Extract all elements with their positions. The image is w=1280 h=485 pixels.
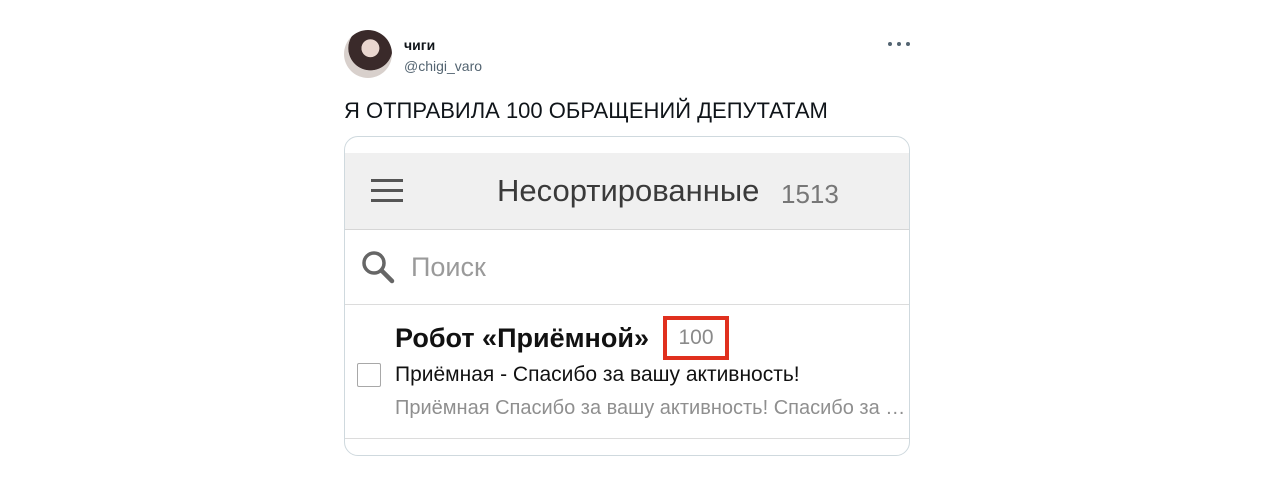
more-horizontal-icon xyxy=(888,42,892,46)
user-handle[interactable]: @chigi_varo xyxy=(404,58,482,74)
tweet-header: чиги @chigi_varo xyxy=(344,30,910,82)
display-name[interactable]: чиги xyxy=(404,37,435,53)
search-bar xyxy=(345,230,909,305)
thread-count-highlighted: 100 xyxy=(663,316,729,360)
avatar[interactable] xyxy=(344,30,392,78)
mail-app-bar: Несортированные 1513 xyxy=(345,153,909,230)
message-list-item[interactable]: Робот «Приёмной» 100 Приёмная - Спасибо … xyxy=(345,305,909,439)
message-subject: Приёмная - Спасибо за вашу активность! xyxy=(395,363,800,386)
hamburger-menu-icon[interactable] xyxy=(371,179,403,203)
search-input[interactable] xyxy=(409,246,883,288)
folder-title: Несортированные xyxy=(497,173,760,208)
tweet-text: Я ОТПРАВИЛА 100 ОБРАЩЕНИЙ ДЕПУТАТАМ xyxy=(344,98,828,123)
message-snippet: Приёмная Спасибо за вашу активность! Спа… xyxy=(395,397,909,419)
tweet: чиги @chigi_varo Я ОТПРАВИЛА 100 ОБРАЩЕН… xyxy=(344,30,910,456)
message-checkbox[interactable] xyxy=(357,363,381,387)
more-options-button[interactable] xyxy=(888,36,910,52)
folder-count: 1513 xyxy=(781,179,839,209)
tweet-media-screenshot[interactable]: Несортированные 1513 Робот «Приёмной» 10… xyxy=(344,136,910,456)
search-icon xyxy=(362,251,395,284)
message-sender: Робот «Приёмной» xyxy=(395,323,649,353)
